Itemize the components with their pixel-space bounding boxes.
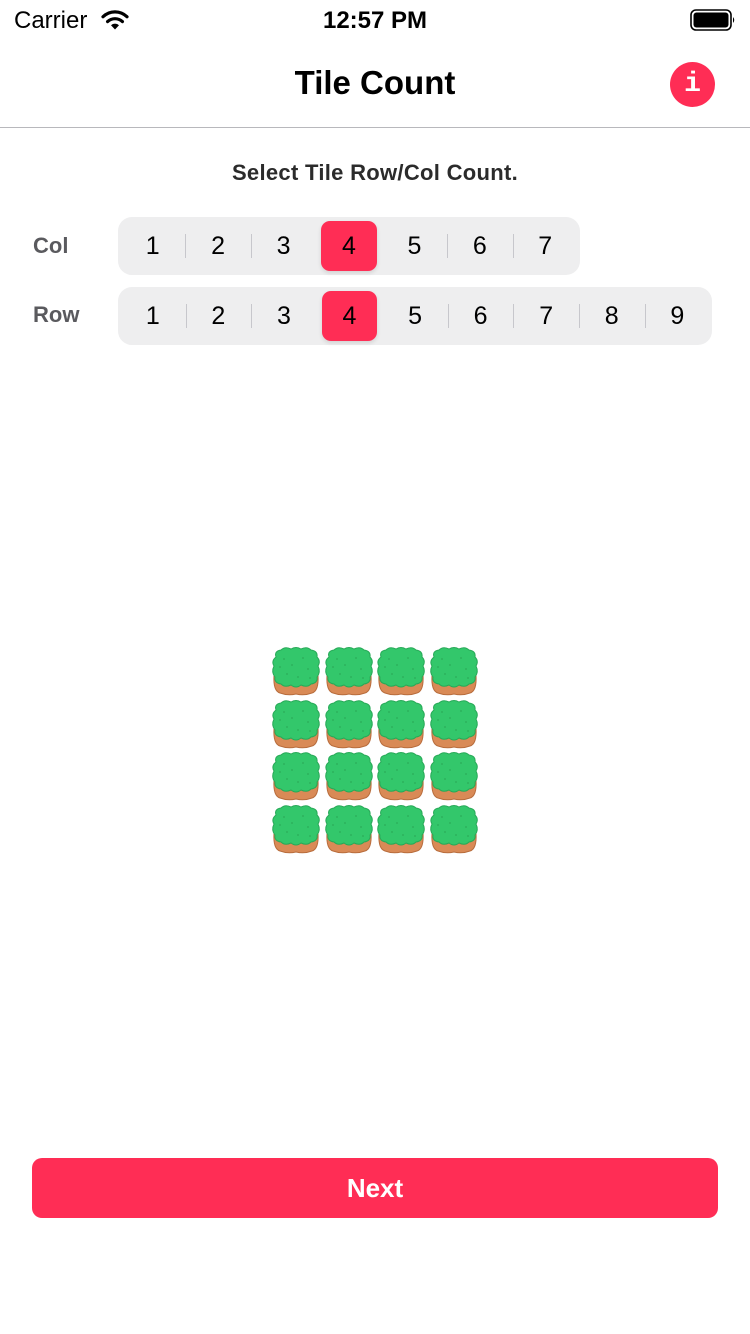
segment-label: 1 xyxy=(145,301,160,330)
segment-label: 9 xyxy=(670,301,685,330)
col-segment-1[interactable]: 1 xyxy=(120,221,185,271)
segment-label: 6 xyxy=(472,231,487,260)
battery-icon xyxy=(690,9,735,31)
grass-dirt-tile-icon xyxy=(428,750,481,803)
grass-dirt-tile-icon xyxy=(323,698,376,751)
grass-dirt-tile-icon xyxy=(323,803,376,856)
grass-dirt-tile-icon xyxy=(375,645,428,698)
navigation-bar: Tile Count i xyxy=(0,40,750,128)
row-segment-6[interactable]: 6 xyxy=(447,291,514,341)
segment-label: 2 xyxy=(211,231,226,260)
info-icon: i xyxy=(684,69,701,100)
segment-label: 2 xyxy=(211,301,226,330)
instruction-text: Select Tile Row/Col Count. xyxy=(231,160,519,185)
grass-dirt-tile-icon xyxy=(270,750,323,803)
tile-count-screen: Carrier 12:57 PM Tile Count i Select Til… xyxy=(0,0,750,1334)
col-label: Col xyxy=(33,233,69,258)
segment-label: 4 xyxy=(342,301,357,330)
grass-dirt-tile-icon xyxy=(270,645,323,698)
col-segment-6[interactable]: 6 xyxy=(447,221,512,271)
row-segment-1[interactable]: 1 xyxy=(120,291,186,341)
row-segment-2[interactable]: 2 xyxy=(185,291,252,341)
grass-dirt-tile-icon xyxy=(428,645,481,698)
grass-dirt-tile-icon xyxy=(375,750,428,803)
segment-label: 3 xyxy=(276,301,291,330)
page-title: Tile Count xyxy=(294,64,456,101)
col-segment-5[interactable]: 5 xyxy=(382,221,447,271)
row-segment-7[interactable]: 7 xyxy=(513,291,579,341)
grass-dirt-tile-icon xyxy=(428,698,481,751)
grass-dirt-tile-icon xyxy=(270,803,323,856)
col-segment-7[interactable]: 7 xyxy=(512,221,578,271)
segment-label: 3 xyxy=(276,231,291,260)
grass-dirt-tile-icon xyxy=(323,750,376,803)
segment-label: 1 xyxy=(145,231,160,260)
grass-dirt-tile-icon xyxy=(375,803,428,856)
grass-dirt-tile-icon xyxy=(428,803,481,856)
col-count-segmented-control[interactable]: 1 2 3 4 5 6 7 xyxy=(118,217,580,275)
row-count-segmented-control[interactable]: 1 2 3 4 5 6 7 8 9 xyxy=(118,287,712,345)
row-segment-3[interactable]: 3 xyxy=(251,291,317,341)
status-bar: Carrier 12:57 PM xyxy=(0,0,750,40)
segment-label: 7 xyxy=(539,301,554,330)
segment-label: 8 xyxy=(604,301,619,330)
row-segment-5[interactable]: 5 xyxy=(382,291,448,341)
row-segment-9[interactable]: 9 xyxy=(644,291,711,341)
grass-dirt-tile-icon xyxy=(323,645,376,698)
col-segment-3[interactable]: 3 xyxy=(250,221,316,271)
next-button[interactable]: Next xyxy=(32,1158,718,1218)
grass-dirt-tile-icon xyxy=(270,698,323,751)
segment-label: 5 xyxy=(407,231,422,260)
segment-label: 4 xyxy=(342,231,356,260)
row-label: Row xyxy=(33,302,80,327)
segment-label: 6 xyxy=(473,301,488,330)
col-segment-4[interactable]: 4 xyxy=(316,221,381,271)
row-segment-8[interactable]: 8 xyxy=(578,291,645,341)
info-button[interactable]: i xyxy=(670,62,715,107)
tile-preview-grid xyxy=(270,645,480,855)
segment-label: 7 xyxy=(538,231,553,260)
row-segment-4[interactable]: 4 xyxy=(317,291,383,341)
status-time: 12:57 PM xyxy=(322,7,428,34)
grass-dirt-tile-icon xyxy=(375,698,428,751)
col-segment-2[interactable]: 2 xyxy=(185,221,250,271)
segment-label: 5 xyxy=(408,301,422,330)
